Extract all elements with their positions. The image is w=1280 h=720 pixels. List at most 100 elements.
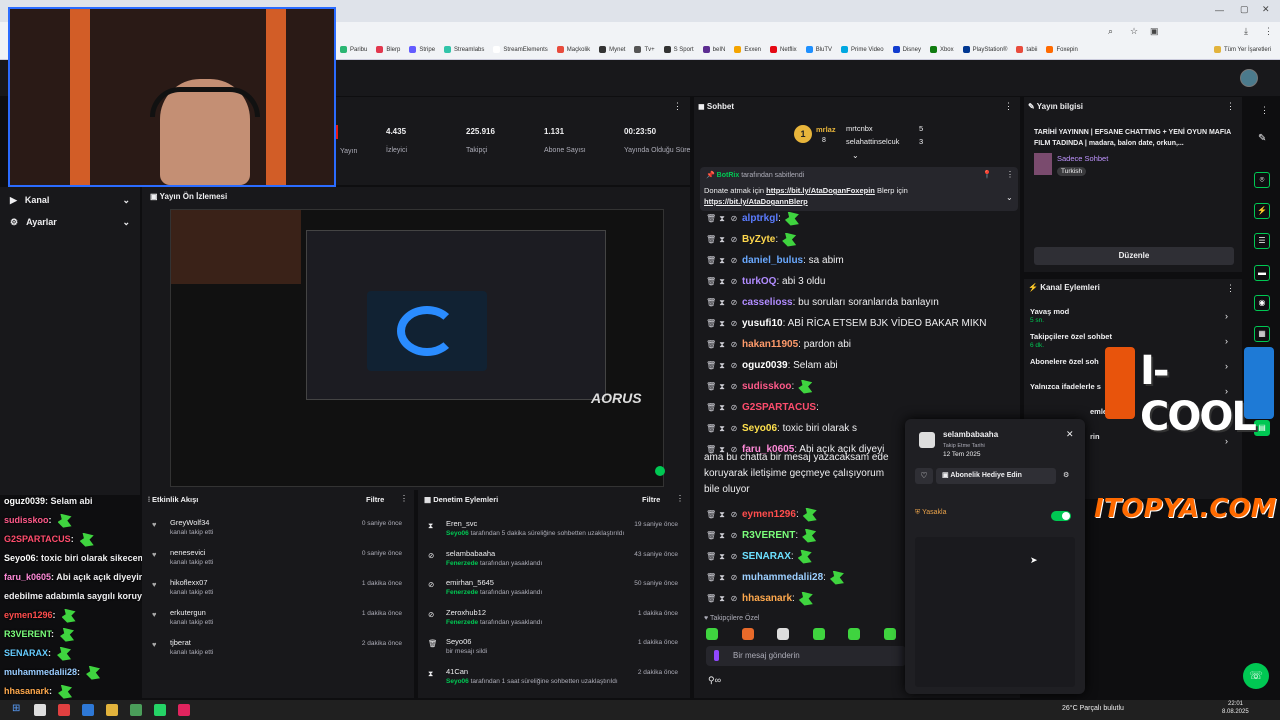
delete-message-icon[interactable]: 🗑 bbox=[706, 214, 716, 223]
emote-shortcut-icon[interactable] bbox=[777, 628, 790, 640]
pinned-expand-icon[interactable]: ⌄ bbox=[1006, 193, 1013, 202]
chat-username[interactable]: oguz0039 bbox=[742, 360, 788, 371]
ban-icon[interactable]: ⊘ bbox=[730, 594, 738, 603]
timeout-icon[interactable]: ⧗ bbox=[718, 403, 726, 413]
ban-icon[interactable]: ⊘ bbox=[730, 277, 738, 286]
delete-message-icon[interactable]: 🗑 bbox=[706, 424, 716, 433]
activity-more-icon[interactable]: ⋮ bbox=[400, 494, 408, 503]
chrome-taskbar-icon[interactable] bbox=[130, 704, 142, 716]
chat-username[interactable]: G2SPARTACUS bbox=[742, 402, 816, 413]
timeout-icon[interactable]: ⧗ bbox=[718, 531, 726, 541]
ban-icon[interactable]: ⊘ bbox=[730, 424, 738, 433]
rail-list-icon[interactable]: ☰ bbox=[1254, 233, 1270, 249]
delete-message-icon[interactable]: 🗑 bbox=[706, 510, 716, 519]
bookmark-item[interactable]: Mynet bbox=[599, 46, 625, 53]
bookmark-item[interactable]: Blerp bbox=[376, 46, 400, 53]
delete-message-icon[interactable]: 🗑 bbox=[706, 235, 716, 244]
timeout-icon[interactable]: ⧗ bbox=[718, 382, 726, 392]
floating-chat-button[interactable]: ☏ bbox=[1243, 663, 1269, 689]
search-taskbar-icon[interactable] bbox=[34, 704, 46, 716]
start-icon[interactable]: ⊞ bbox=[12, 703, 20, 714]
bookmark-item[interactable]: Streamlabs bbox=[444, 46, 484, 53]
outlook-taskbar-icon[interactable] bbox=[82, 704, 94, 716]
ban-icon[interactable]: ⊘ bbox=[730, 256, 738, 265]
bookmark-item[interactable]: Xbox bbox=[929, 46, 954, 53]
delete-message-icon[interactable]: 🗑 bbox=[706, 340, 716, 349]
chat-message[interactable]: 🗑 ⧗ ⊘ alptrkgl: bbox=[706, 208, 1006, 229]
chat-message[interactable]: 🗑 ⧗ ⊘ hakan11905: pardon abi bbox=[706, 334, 1006, 355]
gift-sub-button[interactable]: ▣ Abonelik Hediye Edin bbox=[936, 468, 1056, 484]
timeout-icon[interactable]: ⧗ bbox=[718, 256, 726, 266]
chat-username[interactable]: alptrkgl bbox=[742, 213, 778, 224]
delete-message-icon[interactable]: 🗑 bbox=[706, 382, 716, 391]
bookmark-item[interactable]: Exxen bbox=[734, 46, 761, 53]
chat-message[interactable]: 🗑 ⧗ ⊘ yusufi10: ABİ RİCA ETSEM BJK VİDEO BA… bbox=[706, 313, 1006, 334]
activity-row[interactable]: ♥ tjberat kanalı takip etti 2 dakika önce bbox=[148, 636, 410, 666]
moderation-row[interactable]: ⊘ Zeroxhub12 Fenerzede tarafından yasaklan… bbox=[424, 606, 686, 636]
bookmark-item[interactable]: BluTV bbox=[805, 46, 832, 53]
explorer-taskbar-icon[interactable] bbox=[106, 704, 118, 716]
timeout-icon[interactable]: ⧗ bbox=[718, 424, 726, 434]
category-link[interactable]: Sadece Sohbet bbox=[1057, 154, 1108, 163]
timeout-icon[interactable]: ⧗ bbox=[718, 361, 726, 371]
rail-bolt-icon[interactable]: ⚡ bbox=[1254, 203, 1270, 219]
stream-info-more-icon[interactable]: ⋮ bbox=[1226, 101, 1235, 112]
delete-message-icon[interactable]: 🗑 bbox=[706, 298, 716, 307]
bookmark-item[interactable]: PlayStation® bbox=[962, 46, 1007, 53]
delete-message-icon[interactable]: 🗑 bbox=[706, 594, 716, 603]
close-icon[interactable]: ✕ bbox=[1066, 429, 1074, 440]
pinned-link-foxepin[interactable]: https://bit.ly/AtaDoganFoxepin bbox=[766, 186, 875, 195]
chat-username[interactable]: SENARAX bbox=[742, 551, 791, 562]
delete-message-icon[interactable]: 🗑 bbox=[706, 319, 716, 328]
emote-shortcut-icon[interactable] bbox=[741, 628, 754, 640]
chat-username[interactable]: sudisskoo bbox=[742, 381, 791, 392]
minimize-icon[interactable]: — bbox=[1215, 5, 1224, 15]
menu-icon[interactable]: ⋮ bbox=[1264, 26, 1273, 37]
pinned-more-icon[interactable]: ⋮ bbox=[1006, 170, 1014, 179]
ban-icon[interactable]: ⊘ bbox=[730, 510, 738, 519]
moderation-row[interactable]: ⧗ Eren_svc Seyo06 tarafından 5 dakika süre… bbox=[424, 517, 686, 547]
app-taskbar-icon[interactable] bbox=[178, 704, 190, 716]
chat-username[interactable]: Seyo06 bbox=[742, 423, 777, 434]
emote-shortcut-icon[interactable] bbox=[883, 628, 896, 640]
bookmark-item[interactable]: Prime Video bbox=[841, 46, 884, 53]
chat-more-icon[interactable]: ⋮ bbox=[1004, 101, 1013, 112]
maximize-icon[interactable]: ▢ bbox=[1240, 4, 1249, 15]
popup-more-icon[interactable]: ⚙ bbox=[1063, 471, 1069, 479]
chat-username[interactable]: yusufi10 bbox=[742, 318, 783, 329]
delete-message-icon[interactable]: 🗑 bbox=[706, 256, 716, 265]
bookmark-item[interactable]: Disney bbox=[892, 46, 921, 53]
emote-shortcut-icon[interactable] bbox=[812, 628, 825, 640]
delete-message-icon[interactable]: 🗑 bbox=[706, 573, 716, 582]
delete-message-icon[interactable]: 🗑 bbox=[706, 277, 716, 286]
moderation-row[interactable]: 🗑 Seyo06 bir mesajı sildi 1 dakika önce bbox=[424, 635, 686, 665]
ban-icon[interactable]: ⊘ bbox=[730, 298, 738, 307]
sidebar-item-ayarlar[interactable]: ⚙ Ayarlar ⌄ bbox=[0, 211, 140, 233]
timeout-icon[interactable]: ⧗ bbox=[718, 552, 726, 562]
whatsapp-taskbar-icon[interactable] bbox=[154, 704, 166, 716]
rail-camera-icon[interactable]: ⌾ bbox=[1254, 172, 1270, 188]
ban-icon[interactable]: ⊘ bbox=[730, 361, 738, 370]
moderation-row[interactable]: ⊘ selambabaaha Fenerzede tarafından yasakl… bbox=[424, 547, 686, 577]
moderation-filter-button[interactable]: Filtre bbox=[642, 495, 660, 504]
timeout-icon[interactable]: ⧗ bbox=[718, 573, 726, 583]
edit-button[interactable]: Düzenle bbox=[1034, 247, 1234, 265]
weather-text[interactable]: 26°C Parçalı bulutlu bbox=[1062, 705, 1124, 712]
ban-icon[interactable]: ⊘ bbox=[730, 531, 738, 540]
chat-username[interactable]: hakan11905 bbox=[742, 339, 798, 350]
chat-message[interactable]: 🗑 ⧗ ⊘ G2SPARTACUS: bbox=[706, 397, 1006, 418]
ban-icon[interactable]: ⊘ bbox=[730, 403, 738, 412]
activity-row[interactable]: ♥ erkutergun kanalı takip etti 1 dakika önc… bbox=[148, 606, 410, 636]
bookmark-item[interactable]: Maçkolik bbox=[556, 46, 590, 53]
moderation-more-icon[interactable]: ⋮ bbox=[676, 494, 684, 503]
bookmark-item[interactable]: Foxepin bbox=[1046, 46, 1078, 53]
timeout-icon[interactable]: ⧗ bbox=[718, 277, 726, 287]
bookmark-item[interactable]: Paribu bbox=[340, 46, 367, 53]
rail-broadcast-icon[interactable]: ◉ bbox=[1254, 295, 1270, 311]
bookmark-item[interactable]: S Sport bbox=[663, 46, 694, 53]
ban-icon[interactable]: ⊘ bbox=[730, 319, 738, 328]
unpin-icon[interactable]: 📍 bbox=[982, 170, 992, 179]
bookmark-item[interactable]: beIN bbox=[702, 46, 725, 53]
sidebar-item-kanal[interactable]: ▶ Kanal ⌄ bbox=[0, 189, 140, 211]
timeout-icon[interactable]: ⧗ bbox=[718, 319, 726, 329]
